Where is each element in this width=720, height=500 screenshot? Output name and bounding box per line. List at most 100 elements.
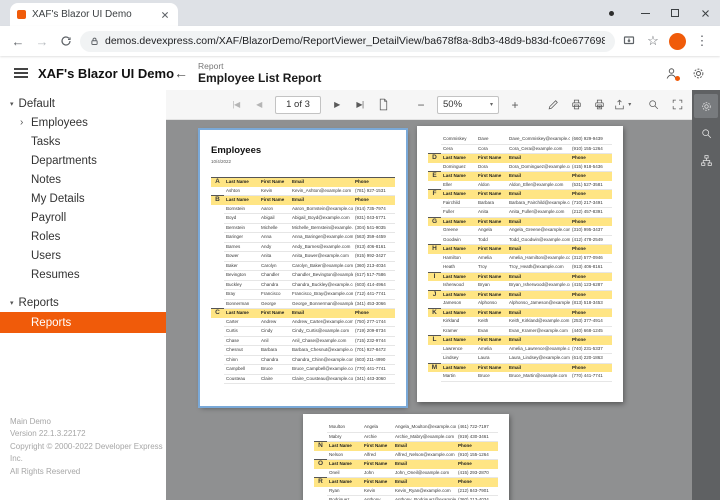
lock-icon	[90, 37, 99, 46]
refresh-icon	[60, 35, 72, 47]
browser-back-button[interactable]: ←	[8, 31, 28, 51]
chevron-right-icon: ›	[20, 117, 26, 128]
sidebar-item-reports[interactable]: Reports	[0, 312, 166, 333]
report-row: MoultonAngelaAngela_Moulton@example.com(…	[314, 423, 498, 432]
sidebar-item-label: Reports	[31, 317, 71, 329]
sidebar-item-payroll[interactable]: Payroll	[0, 208, 166, 227]
report-row: ChinnChandraChandra_Chinn@example.com(60…	[211, 355, 395, 365]
sidebar-item-label: Resumes	[31, 269, 80, 281]
install-app-icon[interactable]	[619, 31, 639, 51]
sidebar-item-my-details[interactable]: My Details	[0, 189, 166, 208]
sidebar-group-reports[interactable]: ▾ Reports	[0, 293, 166, 312]
document-map-button[interactable]	[694, 148, 718, 172]
last-page-button[interactable]: ▶|	[351, 95, 369, 115]
search-panel-button[interactable]	[694, 121, 718, 145]
sidebar-item-notes[interactable]: Notes	[0, 170, 166, 189]
tab-strip-dot-icon	[609, 11, 614, 16]
report-row: DominguezDoraDora_Dominguez@example.com(…	[428, 163, 612, 172]
report-row: EllerAldonAldon_Eller@example.com(531) 5…	[428, 181, 612, 190]
report-row: OneilJohnJohn_Oneil@example.com(415) 293…	[314, 469, 498, 478]
viewer-side-rail	[692, 90, 720, 500]
report-page-3[interactable]: MoultonAngelaAngela_Moulton@example.com(…	[303, 414, 509, 500]
browser-refresh-button[interactable]	[56, 31, 76, 51]
print-page-button[interactable]	[590, 95, 608, 115]
zoom-select[interactable]: 50% ▾	[437, 96, 499, 114]
report-row: BonnermanGeorgeGeorge_Bonnerman@example.…	[211, 299, 395, 309]
caret-down-icon: ▾	[10, 100, 14, 108]
window-minimize-button[interactable]	[630, 0, 660, 26]
report-row: MartinBruceBruce_Martin@example.com(770)…	[428, 372, 612, 381]
report-row: CommiskeyDaveDave_Commiskey@example.com(…	[428, 135, 612, 144]
report-row: BrayFranciscoFrancisco_Bray@example.com(…	[211, 290, 395, 300]
report-preview-area[interactable]: Employees 10/4/2022 ALast NameFirst Name…	[166, 120, 692, 500]
sidebar-item-label: Tasks	[31, 136, 60, 148]
footer-line: Version 22.1.3.22172	[10, 428, 166, 440]
prev-page-button[interactable]: ◀	[250, 95, 268, 115]
header-back-button[interactable]: ←	[174, 65, 188, 81]
report-row: BernsteinMichelleMichelle_Bernstein@exam…	[211, 223, 395, 233]
export-button[interactable]: ▾	[613, 95, 631, 115]
browser-forward-button[interactable]: →	[32, 31, 52, 51]
sidebar-group-label: Default	[19, 98, 55, 110]
tab-close-icon[interactable]	[158, 8, 171, 21]
sidebar-item-label: Notes	[31, 174, 61, 186]
page-indicator[interactable]: 1 of 3	[275, 96, 321, 114]
next-page-button[interactable]: ▶	[328, 95, 346, 115]
bookmark-star-icon[interactable]: ☆	[643, 31, 663, 51]
app-header: XAF's Blazor UI Demo ← Report Employee L…	[0, 56, 720, 90]
zoom-out-button[interactable]: −	[412, 95, 430, 115]
window-close-button[interactable]	[690, 0, 720, 26]
parameters-panel-button[interactable]	[694, 94, 718, 118]
breadcrumb-parent[interactable]: Report	[198, 61, 321, 71]
first-page-button[interactable]: |◀	[227, 95, 245, 115]
caret-down-icon: ▾	[490, 101, 493, 108]
report-row: KirklandKeithKeith_Kirkland@example.com(…	[428, 317, 612, 326]
fullscreen-button[interactable]	[668, 95, 686, 115]
report-section-header: ILast NameFirst NameEmailPhone	[428, 272, 612, 281]
search-button[interactable]	[644, 95, 662, 115]
sidebar-item-users[interactable]: Users	[0, 246, 166, 265]
sidebar-group-default[interactable]: ▾ Default	[0, 94, 166, 113]
sidebar-item-employees[interactable]: › Employees	[0, 113, 166, 132]
report-page-1[interactable]: Employees 10/4/2022 ALast NameFirst Name…	[200, 130, 406, 406]
sidebar-item-resumes[interactable]: Resumes	[0, 265, 166, 284]
hierarchy-icon	[700, 154, 713, 167]
sidebar-item-label: Payroll	[31, 212, 66, 224]
zoom-in-button[interactable]: +	[506, 95, 524, 115]
report-row: CousteauClaireClaire_Cousteau@example.co…	[211, 374, 395, 384]
caret-down-icon: ▾	[10, 299, 14, 307]
printer-page-icon	[593, 98, 606, 111]
sidebar-item-tasks[interactable]: Tasks	[0, 132, 166, 151]
browser-menu-icon[interactable]: ⋮	[692, 31, 712, 51]
report-page-2[interactable]: CommiskeyDaveDave_Commiskey@example.com(…	[417, 126, 623, 402]
report-row: NelsonAlfredAlfred_Nelson@example.com(91…	[314, 451, 498, 460]
report-section-header: CLast NameFirst NameEmailPhone	[211, 309, 395, 318]
report-row: HeathTroyTroy_Heath@example.com(913) 406…	[428, 263, 612, 273]
report-section-header: JLast NameFirst NameEmailPhone	[428, 290, 612, 299]
report-row: GreeneAngelaAngela_Greene@example.com(31…	[428, 226, 612, 235]
sidebar-item-label: Employees	[31, 117, 88, 129]
site-favicon-icon	[17, 10, 26, 19]
user-profile-button[interactable]	[664, 66, 679, 81]
profile-avatar[interactable]	[669, 33, 686, 50]
report-section-header: FLast NameFirst NameEmailPhone	[428, 190, 612, 199]
hamburger-menu-icon[interactable]	[0, 68, 38, 78]
sidebar-item-departments[interactable]: Departments	[0, 151, 166, 170]
footer-line: Main Demo	[10, 416, 166, 428]
page-setup-button[interactable]	[374, 95, 392, 115]
report-row: JamesonAlphonsoAlphonso_Jameson@example.…	[428, 299, 612, 308]
minimize-icon	[641, 13, 650, 14]
settings-button[interactable]	[691, 66, 706, 81]
report-section-header: OLast NameFirst NameEmailPhone	[314, 460, 498, 469]
tab-title: XAF's Blazor UI Demo	[32, 9, 152, 20]
search-icon	[700, 127, 713, 140]
report-section-header: ELast NameFirst NameEmailPhone	[428, 172, 612, 181]
url-text: demos.devexpress.com/XAF/BlazorDemo/Repo…	[105, 35, 605, 47]
edit-button[interactable]	[544, 95, 562, 115]
print-button[interactable]	[567, 95, 585, 115]
sidebar-item-roles[interactable]: Roles	[0, 227, 166, 246]
browser-tab[interactable]: XAF's Blazor UI Demo	[10, 3, 178, 26]
window-maximize-button[interactable]	[660, 0, 690, 26]
address-bar[interactable]: demos.devexpress.com/XAF/BlazorDemo/Repo…	[80, 31, 615, 52]
sidebar-item-label: Roles	[31, 231, 60, 243]
